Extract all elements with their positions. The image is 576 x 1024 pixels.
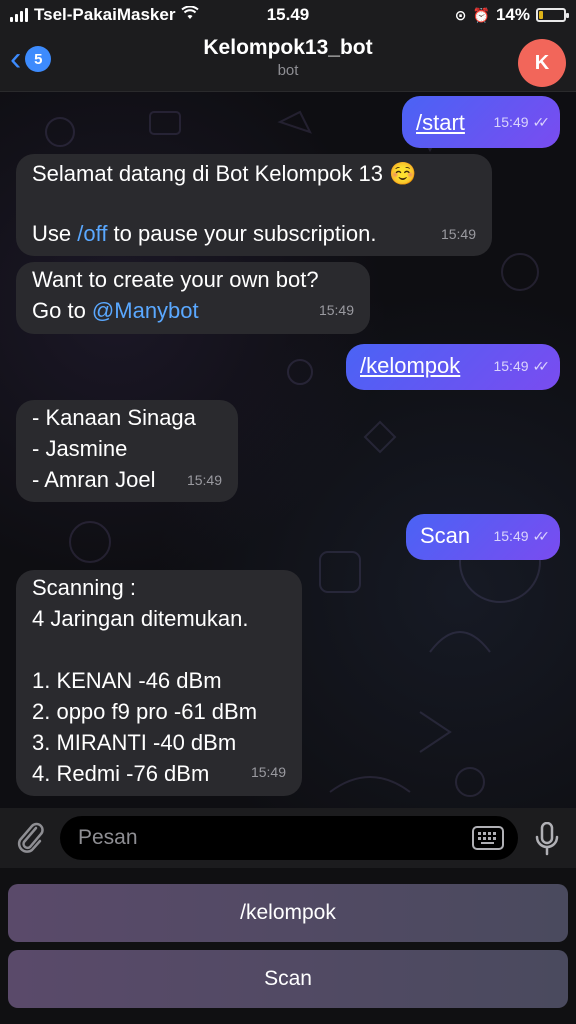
keyboard-button-kelompok[interactable]: /kelompok <box>8 884 568 942</box>
carrier-name: Tsel-PakaiMasker <box>34 5 176 24</box>
signal-icon <box>10 8 28 22</box>
message-incoming[interactable]: - Kanaan Sinaga - Jasmine - Amran Joel 1… <box>16 400 238 502</box>
avatar[interactable]: K <box>518 39 566 87</box>
message-placeholder: Pesan <box>78 826 138 849</box>
message-time: 15:49 <box>186 472 222 488</box>
message-line: - Kanaan Sinaga <box>32 405 196 430</box>
chat-area[interactable]: /start 15:49 ✓✓ Selamat datang di Bot Kel… <box>0 92 576 808</box>
rotation-lock-icon: ⊙ <box>454 6 467 23</box>
message-line: - Jasmine <box>32 436 128 461</box>
message-incoming[interactable]: Want to create your own bot? Go to @Many… <box>16 262 370 334</box>
message-input[interactable]: Pesan <box>60 816 518 860</box>
chat-title: Kelompok13_bot <box>203 36 373 59</box>
chat-header: ‹ 5 Kelompok13_bot bot K <box>0 30 576 92</box>
message-time: 15:49 ✓✓ <box>493 107 551 138</box>
message-line: 1. KENAN -46 dBm <box>32 668 222 693</box>
message-line: Selamat datang di Bot Kelompok 13 ☺️ <box>32 161 417 186</box>
message-incoming[interactable]: Selamat datang di Bot Kelompok 13 ☺️ Use… <box>16 154 492 256</box>
command-text[interactable]: /kelompok <box>360 353 460 378</box>
status-right: ⊙ ⏰ 14% <box>454 5 569 25</box>
message-outgoing[interactable]: /start 15:49 ✓✓ <box>402 96 560 148</box>
message-line: Scanning : <box>32 575 136 600</box>
message-line: Use /off to pause your subscription. <box>32 221 377 246</box>
message-line: 4 Jaringan ditemukan. <box>32 606 249 631</box>
attach-icon[interactable] <box>14 820 46 856</box>
wifi-icon <box>181 5 200 24</box>
message-line: 3. MIRANTI -40 dBm <box>32 730 237 755</box>
chat-subtitle: bot <box>277 62 299 79</box>
keyboard-button-scan[interactable]: Scan <box>8 950 568 1008</box>
message-time: 15:49 <box>440 226 476 242</box>
status-bar: Tsel-PakaiMasker 15.49 ⊙ ⏰ 14% <box>0 0 576 30</box>
battery-percent: 14% <box>495 5 530 24</box>
message-time: 15:49 <box>250 764 286 780</box>
message-time: 15:49 ✓✓ <box>493 351 551 382</box>
bot-keyboard: /kelompok Scan <box>0 868 576 1024</box>
status-left: Tsel-PakaiMasker <box>10 5 200 25</box>
message-outgoing[interactable]: Scan 15:49 ✓✓ <box>406 514 560 560</box>
alarm-icon: ⏰ <box>472 6 490 23</box>
message-line <box>32 634 302 665</box>
battery-level <box>539 11 543 19</box>
read-receipt-icon: ✓✓ <box>532 528 551 544</box>
command-link[interactable]: /off <box>77 221 107 246</box>
mention-link[interactable]: @Manybot <box>92 298 199 323</box>
message-line: 2. oppo f9 pro -61 dBm <box>32 699 258 724</box>
message-time: 15:49 <box>318 302 354 318</box>
message-outgoing[interactable]: /kelompok 15:49 ✓✓ <box>346 344 560 390</box>
message-incoming[interactable]: Scanning : 4 Jaringan ditemukan. 1. KENA… <box>16 570 302 796</box>
read-receipt-icon: ✓✓ <box>532 358 551 374</box>
message-text: Scan <box>420 523 471 548</box>
message-line: Want to create your own bot? <box>32 267 319 292</box>
chat-title-block[interactable]: Kelompok13_bot bot <box>0 36 576 79</box>
read-receipt-icon: ✓✓ <box>532 114 551 130</box>
message-input-bar: Pesan <box>0 808 576 868</box>
command-text[interactable]: /start <box>416 110 465 135</box>
keyboard-icon[interactable] <box>472 826 504 850</box>
message-time: 15:49 ✓✓ <box>493 521 551 552</box>
battery-icon <box>536 8 569 22</box>
microphone-icon[interactable] <box>534 821 560 856</box>
